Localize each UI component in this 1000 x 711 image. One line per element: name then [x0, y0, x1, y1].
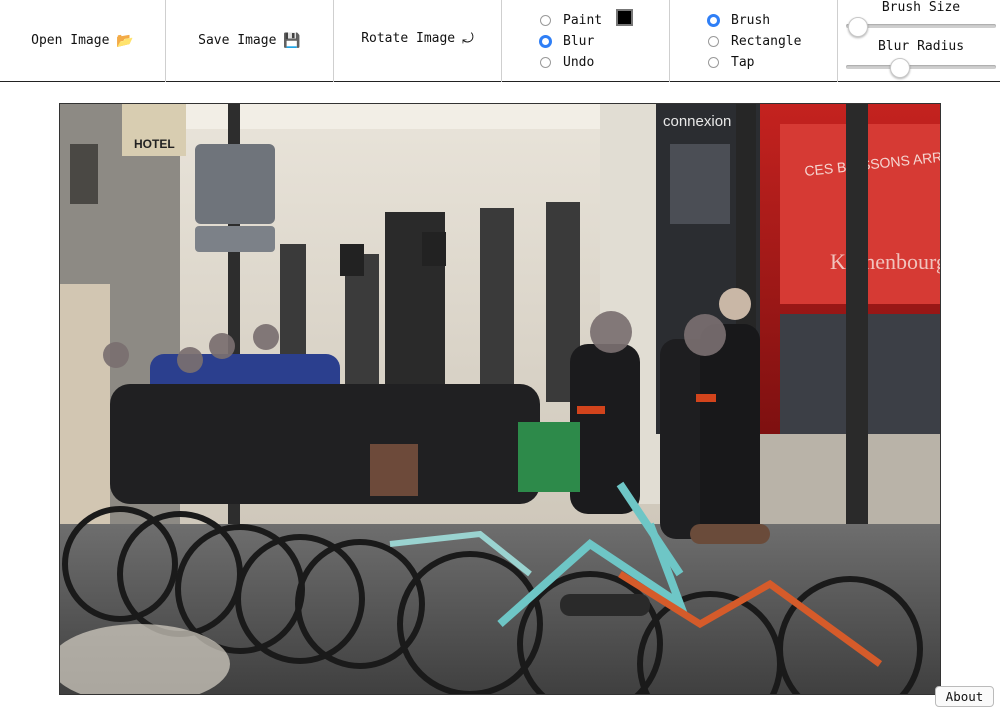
- blur-radius-slider[interactable]: [846, 58, 996, 78]
- save-image-button[interactable]: Save Image 💾: [198, 33, 301, 49]
- rotate-image-cell: Rotate Image ⤾: [334, 0, 502, 82]
- folder-icon: 📂: [116, 33, 134, 49]
- open-image-label: Open Image: [31, 33, 110, 48]
- image-canvas[interactable]: connexion CES BOISSONS ARRIVENT EN TRAIN…: [59, 103, 941, 695]
- tool-radio-group: Brush Rectangle Tap: [670, 0, 838, 82]
- tool-tap-label: Tap: [731, 54, 755, 70]
- radio-dot: [708, 35, 719, 47]
- tool-tap-radio[interactable]: Tap: [708, 53, 754, 71]
- radio-dot: [540, 14, 551, 26]
- save-image-label: Save Image: [198, 33, 277, 48]
- brush-size-label: Brush Size: [881, 0, 961, 15]
- paint-color-swatch[interactable]: [616, 8, 634, 26]
- open-image-button[interactable]: Open Image 📂: [31, 33, 134, 49]
- mode-blur-label: Blur: [563, 33, 595, 49]
- blur-radius-label: Blur Radius: [877, 39, 965, 54]
- mode-radio-group: Paint Blur Undo: [502, 0, 670, 82]
- rotate-image-label: Rotate Image: [361, 31, 456, 46]
- brush-size-slider[interactable]: [846, 17, 996, 37]
- tool-rectangle-label: Rectangle: [731, 33, 802, 49]
- hotel-sign-text: HOTEL: [134, 137, 175, 151]
- mode-blur-radio[interactable]: Blur: [539, 32, 595, 50]
- save-image-cell: Save Image 💾: [166, 0, 334, 82]
- open-image-cell: Open Image 📂: [0, 0, 166, 82]
- slider-panel: Brush Size Blur Radius: [838, 0, 1000, 82]
- rotate-image-button[interactable]: Rotate Image ⤾: [361, 31, 474, 47]
- tool-brush-radio[interactable]: Brush: [707, 11, 771, 29]
- mode-undo-radio[interactable]: Undo: [540, 53, 594, 71]
- blur-radius-thumb[interactable]: [889, 58, 910, 78]
- floppy-disk-icon: 💾: [283, 33, 301, 49]
- about-button[interactable]: About: [935, 686, 994, 707]
- street-photo: connexion CES BOISSONS ARRIVENT EN TRAIN…: [60, 104, 940, 694]
- radio-dot-selected: [539, 34, 552, 48]
- mode-paint-label: Paint: [563, 12, 603, 28]
- radio-dot-selected: [707, 13, 720, 27]
- brush-size-thumb[interactable]: [847, 17, 868, 37]
- mode-undo-label: Undo: [563, 54, 595, 70]
- tool-rectangle-radio[interactable]: Rectangle: [708, 32, 801, 50]
- shop-sign-text: connexion: [663, 113, 731, 130]
- radio-dot: [540, 56, 551, 68]
- mode-paint-radio[interactable]: Paint: [540, 8, 634, 29]
- rotate-icon: ⤾: [462, 31, 474, 47]
- tool-brush-label: Brush: [731, 12, 771, 28]
- radio-dot: [708, 56, 719, 68]
- toolbar: Open Image 📂 Save Image 💾 Rotate Image ⤾ Pa…: [0, 0, 1000, 82]
